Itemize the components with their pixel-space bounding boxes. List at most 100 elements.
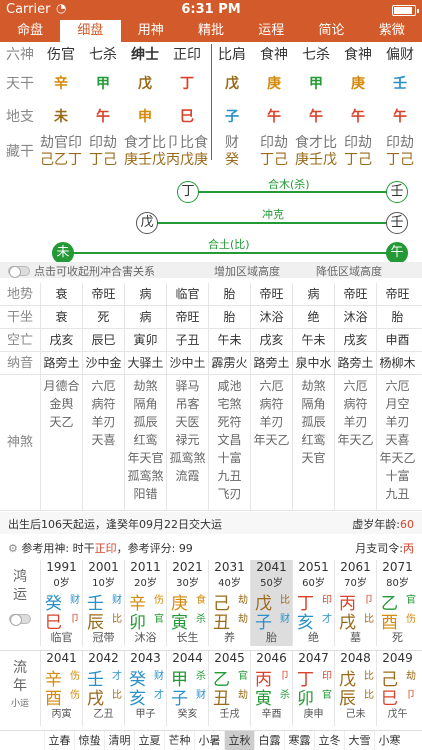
liunian-column[interactable]: 2043 癸财亥才甲子: [124, 651, 166, 726]
shensha-item[interactable]: 年天官: [125, 449, 166, 467]
shensha-item[interactable]: 宅煞: [209, 395, 250, 413]
liunian-column[interactable]: 2042 壬才戌比乙丑: [82, 651, 124, 726]
tab-6[interactable]: 紫微: [362, 20, 422, 42]
shensha-item[interactable]: 红鸾: [125, 431, 166, 449]
shensha-item[interactable]: 年天乙: [335, 431, 376, 449]
tab-2[interactable]: 用神: [121, 20, 181, 42]
liunian-column[interactable]: 2046 丙卩寅杀辛酉: [250, 651, 292, 726]
tiangan-char[interactable]: 戊: [211, 66, 253, 102]
shensha-item[interactable]: 羊刃: [251, 413, 292, 431]
shensha-item[interactable]: 飞刃: [209, 485, 250, 503]
shensha-item[interactable]: 羊刃: [377, 413, 418, 431]
tiangan-char[interactable]: 甲: [295, 66, 337, 102]
shensha-item[interactable]: 隔角: [125, 395, 166, 413]
shensha-item[interactable]: 九丑: [209, 467, 250, 485]
dayun-column[interactable]: 2061 70岁丙卩戌比墓: [334, 560, 376, 646]
shensha-item[interactable]: 羊刃: [335, 413, 376, 431]
tiangan-char[interactable]: 辛: [40, 66, 82, 102]
shensha-item[interactable]: 六厄: [377, 377, 418, 395]
shensha-item[interactable]: 天官: [293, 449, 334, 467]
tiangan-char[interactable]: 戊: [124, 66, 166, 102]
jieqi-item[interactable]: 立冬: [314, 731, 344, 750]
jieqi-item[interactable]: 清明: [104, 731, 134, 750]
dayun-column[interactable]: 2031 40岁己劫丑劫养: [208, 560, 250, 646]
collapse-relations-label[interactable]: 点击可收起刑冲合害关系: [34, 263, 155, 279]
shensha-item[interactable]: 十富: [209, 449, 250, 467]
shensha-item[interactable]: 禄元: [167, 431, 208, 449]
shensha-item[interactable]: 驿马: [167, 377, 208, 395]
shensha-item[interactable]: 九丑: [377, 485, 418, 503]
shensha-item[interactable]: 十富: [377, 467, 418, 485]
jieqi-item[interactable]: 寒露: [284, 731, 314, 750]
shensha-item[interactable]: 月德合: [41, 377, 82, 395]
shensha-item[interactable]: 咸池: [209, 377, 250, 395]
tab-1[interactable]: 细盘: [60, 20, 121, 42]
shensha-item[interactable]: 病符: [83, 395, 124, 413]
shensha-item[interactable]: 孤鸾煞: [167, 449, 208, 467]
tab-3[interactable]: 精批: [181, 20, 241, 42]
liunian-column[interactable]: 2048 戊比辰比己未: [334, 651, 376, 726]
liunian-column[interactable]: 2045 乙官丑劫壬戌: [208, 651, 250, 726]
dayun-column[interactable]: 2011 20岁辛伤卯官沐浴: [124, 560, 166, 646]
tab-5[interactable]: 简论: [301, 20, 361, 42]
shensha-item[interactable]: 孤辰: [293, 413, 334, 431]
tab-0[interactable]: 命盘: [0, 20, 60, 42]
shensha-item[interactable]: 孤辰: [125, 413, 166, 431]
shensha-item[interactable]: 隔角: [293, 395, 334, 413]
dizhi-char[interactable]: 子: [211, 102, 253, 132]
shensha-item[interactable]: 六厄: [335, 377, 376, 395]
dayun-column[interactable]: 2001 10岁壬财辰比冠带: [82, 560, 124, 646]
jieqi-item[interactable]: 芒种: [164, 731, 194, 750]
dayun-column[interactable]: 2021 30岁庚食寅杀长生: [166, 560, 208, 646]
shensha-item[interactable]: 天乙: [41, 413, 82, 431]
dizhi-char[interactable]: 午: [253, 102, 295, 132]
shensha-item[interactable]: 死符: [209, 413, 250, 431]
shensha-item[interactable]: 羊刃: [83, 413, 124, 431]
jieqi-item[interactable]: 立夏: [134, 731, 164, 750]
shensha-item[interactable]: 六厄: [83, 377, 124, 395]
shensha-item[interactable]: 流霞: [167, 467, 208, 485]
shensha-item[interactable]: 月空: [377, 395, 418, 413]
shensha-item[interactable]: 年天乙: [377, 449, 418, 467]
shensha-item[interactable]: 天医: [167, 413, 208, 431]
decrease-height-button[interactable]: 降低区域高度: [316, 263, 382, 279]
tiangan-char[interactable]: 庚: [253, 66, 295, 102]
shensha-item[interactable]: 劫煞: [125, 377, 166, 395]
dizhi-char[interactable]: 巳: [166, 102, 208, 132]
shensha-item[interactable]: 红鸾: [293, 431, 334, 449]
shensha-item[interactable]: 年天乙: [251, 431, 292, 449]
jieqi-item[interactable]: 立秋: [224, 731, 254, 750]
liunian-column[interactable]: 2041 辛伤酉伤丙寅: [40, 651, 82, 726]
collapse-relations-toggle[interactable]: [8, 265, 30, 278]
dizhi-char[interactable]: 午: [379, 102, 421, 132]
dayun-toggle[interactable]: [9, 614, 31, 626]
shensha-item[interactable]: 文昌: [209, 431, 250, 449]
shensha-item[interactable]: 六厄: [251, 377, 292, 395]
jieqi-item[interactable]: 小寒: [374, 731, 404, 750]
tiangan-char[interactable]: 甲: [82, 66, 124, 102]
shensha-item[interactable]: 天喜: [377, 431, 418, 449]
jieqi-item[interactable]: 小暑: [194, 731, 224, 750]
liunian-column[interactable]: 2049 己劫巳卩戊午: [376, 651, 418, 726]
shensha-item[interactable]: 孤鸾煞: [125, 467, 166, 485]
dayun-column[interactable]: 1991 0岁癸财巳卩临官: [40, 560, 82, 646]
dayun-column[interactable]: 2041 50岁戊比子财胎: [250, 560, 292, 646]
dizhi-char[interactable]: 申: [124, 102, 166, 132]
jieqi-item[interactable]: 白露: [254, 731, 284, 750]
increase-height-button[interactable]: 增加区域高度: [214, 263, 280, 279]
jieqi-item[interactable]: 大雪: [344, 731, 374, 750]
dayun-column[interactable]: 2071 80岁乙官酉伤死: [376, 560, 418, 646]
dizhi-char[interactable]: 午: [295, 102, 337, 132]
tiangan-char[interactable]: 丁: [166, 66, 208, 102]
jieqi-item[interactable]: 立春: [44, 731, 74, 750]
shensha-item[interactable]: 病符: [335, 395, 376, 413]
shensha-item[interactable]: 天喜: [83, 431, 124, 449]
tiangan-char[interactable]: 庚: [337, 66, 379, 102]
liunian-column[interactable]: 2047 丁印卯官庚申: [292, 651, 334, 726]
tab-4[interactable]: 运程: [241, 20, 301, 42]
tiangan-char[interactable]: 壬: [379, 66, 421, 102]
shensha-item[interactable]: 阳错: [125, 485, 166, 503]
dayun-column[interactable]: 2051 60岁丁印亥才绝: [292, 560, 334, 646]
shensha-item[interactable]: 金舆: [41, 395, 82, 413]
dizhi-char[interactable]: 午: [82, 102, 124, 132]
